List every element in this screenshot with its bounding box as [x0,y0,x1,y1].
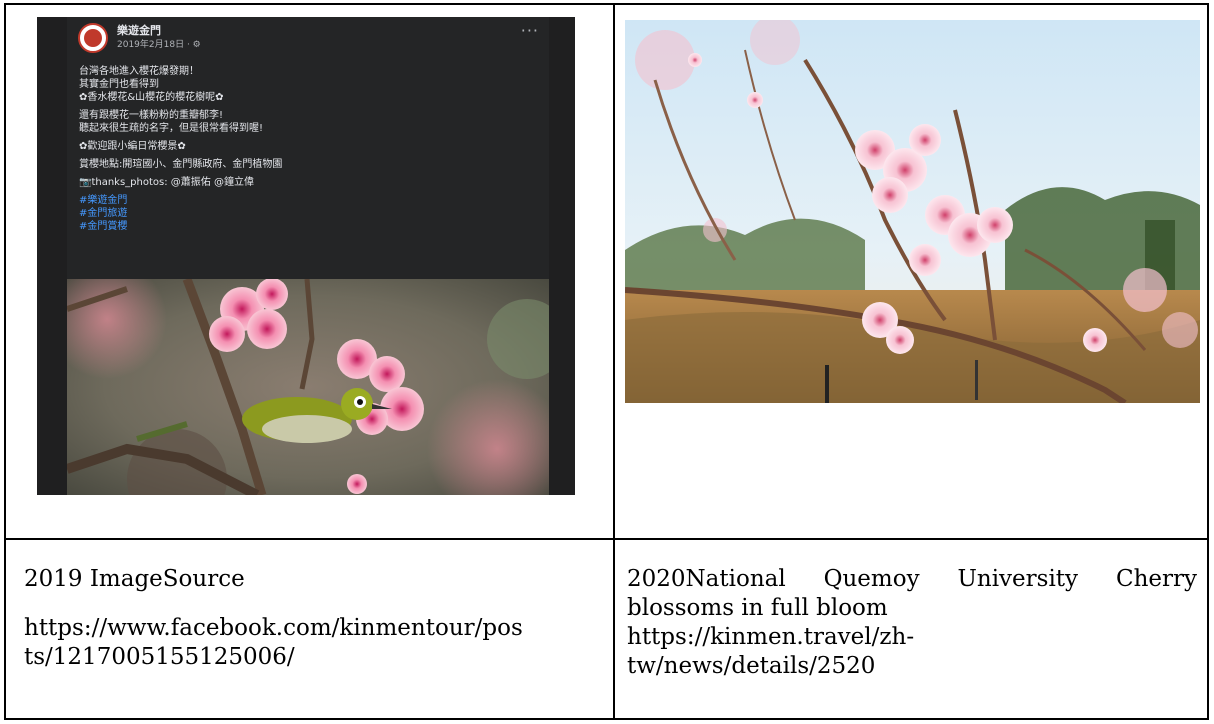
hashtag: #金門旅遊 [79,208,128,219]
right-caption-url-line2[interactable]: tw/news/details/2520 [627,652,875,681]
post-line: ✿歡迎跟小編日常櫻景✿ [79,141,186,152]
cherry-blossom-photo [625,20,1200,403]
right-caption-url-line1[interactable]: https://kinmen.travel/zh- [627,623,914,652]
row-divider [6,538,1207,540]
post-line: 聽起來很生疏的名字，但是很常看得到喔! [79,123,264,134]
bird-blossom-photo [67,279,549,495]
left-caption-title: 2019 ImageSource [24,566,245,592]
hashtag: #樂遊金門 [79,195,128,206]
facebook-post: 樂遊金門 2019年2月18日 · ⚙ ··· 台灣各地進入櫻花爆發期！ 其實金… [67,17,549,495]
left-caption-url-line1[interactable]: https://www.facebook.com/kinmentour/pos [24,614,523,643]
right-caption-line2: blossoms in full bloom [627,595,888,621]
left-caption-url-line2[interactable]: ts/1217005155125006/ [24,643,295,672]
more-options-icon: ··· [520,21,539,40]
post-line: 賞櫻地點:開瑄國小、金門縣政府、金門植物園 [79,159,283,170]
post-date: 2019年2月18日 · ⚙ [117,40,201,50]
post-line: 📷thanks_photos: @蕭振佑 @鐘立偉 [79,177,254,188]
post-line: 台灣各地進入櫻花爆發期！ [79,66,199,77]
page-avatar [78,23,108,53]
right-caption-line1: 2020National Quemoy University Cherry [627,566,1197,592]
column-divider [613,5,615,718]
post-body: 台灣各地進入櫻花爆發期！ 其實金門也看得到 ✿香水櫻花&山櫻花的櫻花樹呢✿ 還有… [79,65,539,233]
facebook-post-screenshot: 樂遊金門 2019年2月18日 · ⚙ ··· 台灣各地進入櫻花爆發期！ 其實金… [37,17,575,495]
post-line: 還有跟櫻花一樣粉粉的重瓣郁李! [79,110,224,121]
hashtag: #金門賞櫻 [79,221,128,232]
post-line: ✿香水櫻花&山櫻花的櫻花樹呢✿ [79,92,224,103]
page-name: 樂遊金門 [117,24,161,37]
post-line: 其實金門也看得到 [79,79,159,90]
